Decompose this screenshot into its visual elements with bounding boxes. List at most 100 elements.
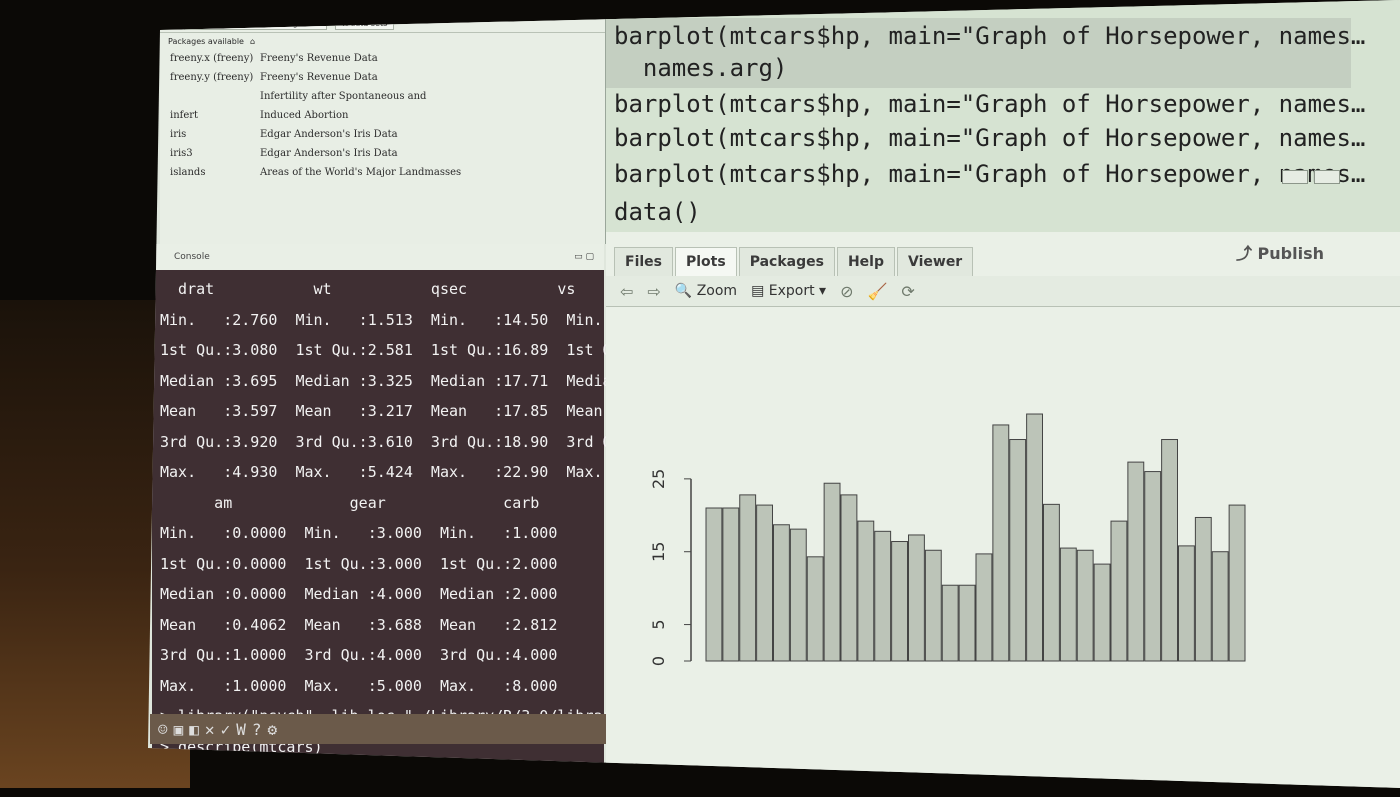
console-line: am gear carb (160, 493, 540, 512)
app-icon[interactable]: ▣ (174, 720, 184, 739)
console-line: Min. :2.760 Min. :1.513 Min. :14.50 Min.… (160, 310, 693, 329)
rstudio-screen: RStudio File Edit ◀ Documentation for pa… (148, 0, 1400, 788)
bar (1059, 547, 1077, 662)
bar (1009, 439, 1027, 662)
console-pane[interactable]: Console ▭ ▢ drat wt qsec vs Min. :2.760 M… (152, 244, 693, 788)
bar (1127, 461, 1145, 662)
bar (941, 584, 959, 662)
console-line: Min. :0.0000 Min. :3.000 Min. :1.000 (160, 524, 558, 542)
export-label: Export ▾ (768, 283, 827, 299)
bar (874, 530, 892, 662)
word-icon[interactable]: W (236, 720, 246, 739)
dataset-name[interactable]: islands (170, 167, 260, 178)
list-item: Infertility after Spontaneous and (160, 87, 605, 106)
menu-app[interactable]: RStudio (182, 3, 213, 12)
menu-edit[interactable]: Edit (254, 3, 270, 12)
tab-documentation[interactable]: Documentation for package 'A3' (184, 16, 328, 30)
plot-toolbar: ⇦ ⇨ 🔍 Zoom ▤ Export ▾ ⊘ 🧹 ⟳ (606, 276, 1400, 307)
list-item: iris Edgar Anderson's Iris Data (160, 125, 605, 144)
help-pane: RStudio File Edit ◀ Documentation for pa… (160, 0, 607, 244)
code-line[interactable]: barplot(mtcars$hp, main="Graph of Horsep… (614, 160, 1365, 188)
bar (1110, 520, 1128, 662)
maximize-icon[interactable] (1314, 170, 1340, 184)
list-item: iris3 Edgar Anderson's Iris Data (160, 144, 605, 163)
zoom-button[interactable]: 🔍 Zoom (675, 283, 737, 299)
console-title: Console (174, 252, 210, 262)
packages-label: Packages available (168, 36, 244, 46)
tab-r-data-sets[interactable]: R data sets (335, 16, 395, 30)
dataset-name[interactable] (170, 91, 260, 102)
dataset-name[interactable]: infert (170, 110, 260, 121)
export-button[interactable]: ▤ Export ▾ (751, 283, 826, 299)
back-arrow-icon[interactable]: ⇦ (620, 282, 633, 301)
dataset-desc: Infertility after Spontaneous and (260, 91, 427, 102)
menu-bar: RStudio File Edit (160, 0, 605, 14)
console-line: Mean :0.4062 Mean :3.688 Mean :2.812 (160, 615, 558, 634)
app-icon[interactable]: ✕ (205, 720, 215, 739)
plots-pane: Files Plots Packages Help Viewer ⤴ Publi… (606, 232, 1400, 788)
tab-plots[interactable]: Plots (675, 247, 737, 276)
bar (823, 482, 841, 662)
bar (1211, 551, 1229, 662)
code-line[interactable]: barplot(mtcars$hp, main="Graph of Horsep… (614, 22, 1365, 50)
tab-files[interactable]: Files (614, 247, 673, 276)
y-tick-label: 0 (649, 656, 668, 666)
dataset-name[interactable]: freeny.y (freeny) (170, 72, 260, 83)
bar (840, 494, 858, 662)
minimize-icon[interactable]: ▭ (574, 252, 583, 262)
code-line[interactable]: barplot(mtcars$hp, main="Graph of Horsep… (614, 90, 1365, 118)
bar (789, 528, 807, 662)
home-icon[interactable]: ⌂ (250, 37, 255, 46)
bar (705, 507, 723, 662)
console-line: drat wt qsec vs (160, 280, 576, 298)
bar (1144, 471, 1162, 662)
tab-help[interactable]: Help (836, 247, 895, 276)
finder-icon[interactable]: ☺ (158, 720, 168, 739)
bar (1026, 413, 1043, 662)
publish-icon: ⤴ (1235, 244, 1252, 263)
dataset-desc: Edgar Anderson's Iris Data (260, 129, 398, 140)
clear-all-icon[interactable]: 🧹 (867, 282, 887, 301)
bar (958, 584, 976, 662)
y-tick-label: 25 (649, 469, 668, 489)
refresh-icon[interactable]: ⟳ (901, 282, 914, 301)
console-line: Mean :3.597 Mean :3.217 Mean :17.85 Mean… (160, 402, 693, 420)
minimize-icon[interactable] (1282, 170, 1308, 184)
app-icon[interactable]: ⚙ (267, 720, 277, 739)
publish-button[interactable]: ⤴ Publish (1236, 240, 1324, 264)
code-line[interactable]: barplot(mtcars$hp, main="Graph of Horsep… (614, 124, 1365, 152)
dataset-desc: Freeny's Revenue Data (260, 53, 378, 64)
bar (773, 524, 790, 662)
bar (1194, 516, 1212, 662)
app-icon[interactable]: ◧ (189, 720, 199, 739)
y-tick-label: 15 (649, 542, 668, 562)
dataset-desc: Freeny's Revenue Data (260, 72, 378, 83)
tab-viewer[interactable]: Viewer (897, 247, 974, 276)
app-icon[interactable]: ✓ (221, 720, 231, 739)
dataset-name[interactable]: iris (170, 129, 260, 140)
maximize-icon[interactable]: ▢ (585, 252, 594, 262)
list-item: freeny.x (freeny) Freeny's Revenue Data (160, 49, 605, 68)
bar (1161, 439, 1178, 662)
dock: ☺ ▣ ◧ ✕ ✓ W ? ⚙ (150, 714, 614, 744)
forward-arrow-icon[interactable]: ⇨ (647, 282, 660, 301)
console-line: Median :0.0000 Median :4.000 Median :2.0… (160, 585, 558, 603)
tab-packages[interactable]: Packages (738, 247, 835, 276)
dataset-list: freeny.x (freeny) Freeny's Revenue Data f… (160, 49, 605, 182)
zoom-icon: 🔍 (674, 283, 693, 299)
y-tick-label: 5 (649, 619, 668, 629)
remove-plot-icon[interactable]: ⊘ (840, 282, 853, 301)
code-line[interactable]: barplot(mtcars$hp, (614, 0, 874, 14)
menu-file[interactable]: File (227, 3, 240, 12)
code-line[interactable]: names.arg) (614, 54, 788, 82)
dataset-name[interactable]: freeny.x (freeny) (170, 53, 260, 64)
code-line[interactable]: data() (614, 198, 701, 226)
bar (1043, 503, 1060, 662)
console-line: 3rd Qu.:1.0000 3rd Qu.:4.000 3rd Qu.:4.0… (160, 646, 558, 664)
bar (924, 549, 942, 662)
console-line: Median :3.695 Median :3.325 Median :17.7… (160, 371, 693, 390)
dataset-name[interactable]: iris3 (170, 148, 260, 159)
app-icon[interactable]: ? (252, 720, 262, 739)
back-icon[interactable]: ◀ (170, 19, 176, 28)
source-pane[interactable]: barplot(mtcars$hp, barplot(mtcars$hp, ma… (606, 0, 1400, 232)
